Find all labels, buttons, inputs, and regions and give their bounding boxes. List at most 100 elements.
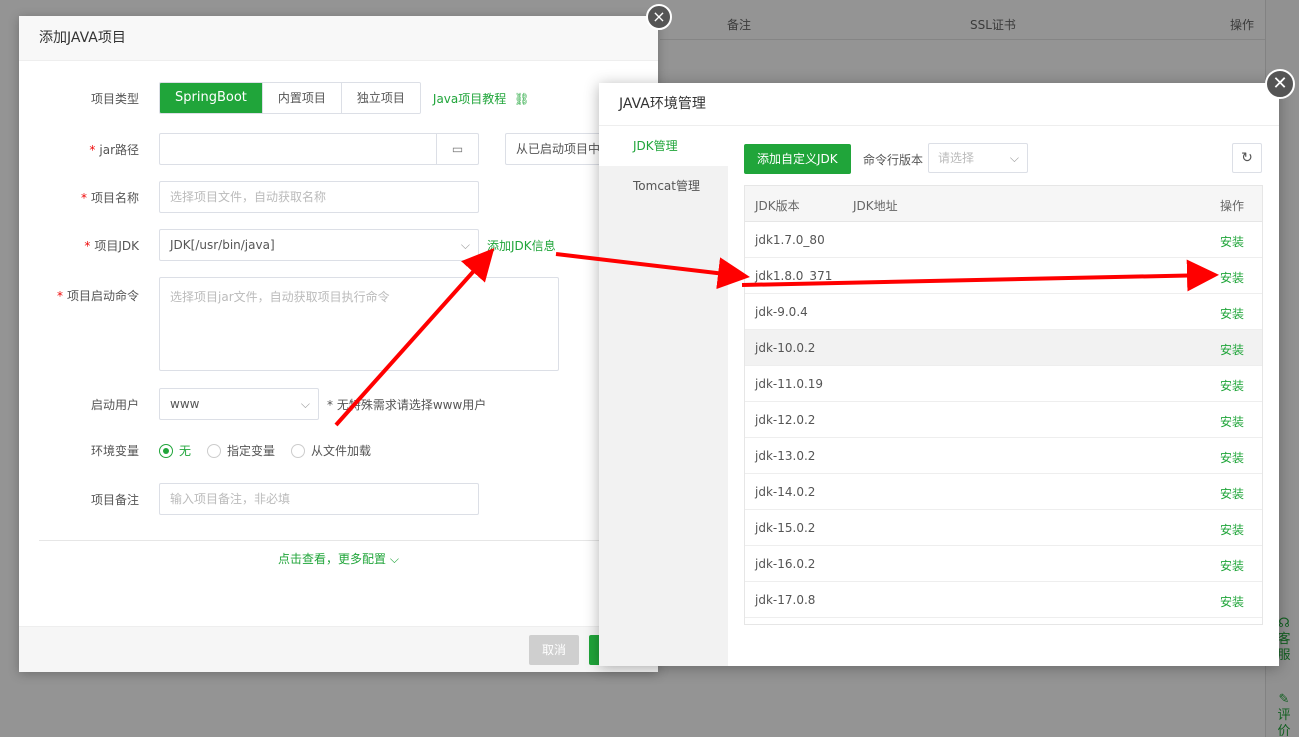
start-user-label: 启动用户: [90, 397, 139, 412]
th-jdk-action: 操作: [1220, 199, 1245, 213]
table-row: jdk-14.0.2 安装: [745, 474, 1262, 510]
env-specify-radio[interactable]: 指定变量: [207, 442, 275, 459]
install-button[interactable]: 安装: [1220, 593, 1244, 610]
type-standalone-button[interactable]: 独立项目: [341, 83, 420, 113]
install-button[interactable]: 安装: [1220, 269, 1244, 286]
cmd-version-label: 命令行版本: [863, 153, 924, 167]
java-env-dialog: JAVA环境管理 JDK管理 Tomcat管理 添加自定义JDK 命令行版本 请…: [599, 83, 1279, 666]
project-type-row: 项目类型 SpringBoot 内置项目 独立项目 Java项目教程 ⛓: [19, 82, 529, 114]
java-tutorial-link[interactable]: Java项目教程 ⛓: [433, 90, 529, 107]
table-row: jdk1.8.0_371 安装: [745, 258, 1262, 294]
chevron-down-icon: ⌵: [460, 238, 470, 252]
dialog-title: 添加JAVA项目: [19, 16, 658, 61]
start-command-row: * 项目启动命令 选择项目jar文件，自动获取项目执行命令: [19, 277, 559, 371]
jdk-version: jdk-10.0.2: [755, 341, 816, 355]
start-user-select[interactable]: www ⌵: [159, 388, 319, 420]
tab-tomcat-management[interactable]: Tomcat管理: [599, 166, 728, 206]
project-type-label: 项目类型: [90, 91, 139, 106]
install-button[interactable]: 安装: [1220, 377, 1244, 394]
start-command-textarea[interactable]: 选择项目jar文件，自动获取项目执行命令: [159, 277, 559, 371]
close-icon[interactable]: ×: [646, 4, 672, 30]
cmd-version-placeholder: 请选择: [938, 151, 975, 165]
chevron-down-icon: ⌵: [1009, 151, 1019, 165]
env-none-radio[interactable]: 无: [159, 442, 191, 459]
table-row: jdk-10.0.2 安装: [745, 330, 1262, 366]
jdk-version: jdk-14.0.2: [755, 485, 816, 499]
cmd-version-select[interactable]: 请选择 ⌵: [928, 143, 1028, 173]
dialog-footer: 取消: [19, 626, 658, 672]
table-row: jdk-11.0.19 安装: [745, 366, 1262, 402]
radio-dot: [159, 443, 173, 458]
cancel-button[interactable]: 取消: [529, 635, 579, 665]
table-row: jdk-9.0.4 安装: [745, 294, 1262, 330]
user-select-value: www: [170, 397, 200, 411]
install-button[interactable]: 安装: [1220, 341, 1244, 358]
jdk-panel: 添加自定义JDK 命令行版本 请选择 ⌵ ↻ JDK版本 JDK地址 操作 jd…: [728, 126, 1279, 666]
tab-jdk-management[interactable]: JDK管理: [599, 126, 728, 166]
jdk-select-value: JDK[/usr/bin/java]: [170, 238, 275, 252]
start-user-hint: * 无特殊需求请选择www用户: [327, 397, 487, 412]
remark-input[interactable]: 输入项目备注，非必填: [159, 483, 479, 515]
table-row: jdk-17.0.8 安装: [745, 582, 1262, 618]
start-user-row: 启动用户 www ⌵ * 无特殊需求请选择www用户: [19, 388, 486, 420]
refresh-icon: ↻: [1241, 150, 1253, 166]
project-name-label: * 项目名称: [80, 190, 139, 205]
jdk-version: jdk-13.0.2: [755, 449, 816, 463]
chevron-down-icon: ⌵: [300, 397, 310, 411]
jdk-version: jdk-17.0.8: [755, 593, 816, 607]
install-button[interactable]: 安装: [1220, 449, 1244, 466]
jdk-version: jdk1.7.0_80: [755, 233, 825, 247]
radio-dot: [207, 443, 222, 458]
env-file-radio[interactable]: 从文件加载: [291, 442, 371, 459]
divider: [39, 540, 639, 541]
add-jdk-info-link[interactable]: 添加JDK信息: [487, 237, 556, 254]
project-name-input[interactable]: 选择项目文件，自动获取名称: [159, 181, 479, 213]
folder-icon[interactable]: ▭: [436, 134, 478, 164]
project-name-row: * 项目名称 选择项目文件，自动获取名称: [19, 181, 479, 213]
env-vars-row: 环境变量 无 指定变量 从文件加载: [19, 442, 387, 459]
project-type-segment: SpringBoot 内置项目 独立项目: [159, 82, 421, 114]
more-config-text: 点击查看，更多配置: [278, 552, 387, 566]
add-java-project-dialog: 添加JAVA项目 项目类型 SpringBoot 内置项目 独立项目 Java项…: [19, 16, 658, 672]
jar-path-label: * jar路径: [89, 142, 139, 157]
start-command-label: * 项目启动命令: [56, 289, 139, 303]
link-icon: ⛓: [514, 91, 530, 106]
table-row: jdk-16.0.2 安装: [745, 546, 1262, 582]
chevron-down-icon: ⌵: [389, 552, 399, 566]
table-row: jdk-13.0.2 安装: [745, 438, 1262, 474]
jdk-version: jdk-12.0.2: [755, 413, 816, 427]
project-jdk-row: * 项目JDK JDK[/usr/bin/java] ⌵ 添加JDK信息: [19, 229, 556, 261]
install-button[interactable]: 安装: [1220, 521, 1244, 538]
jdk-version: jdk-9.0.4: [755, 305, 808, 319]
remark-label: 项目备注: [90, 492, 139, 507]
java-env-title: JAVA环境管理: [599, 83, 1279, 126]
install-button[interactable]: 安装: [1220, 305, 1244, 322]
table-row: jdk-15.0.2 安装: [745, 510, 1262, 546]
close-icon[interactable]: ✕: [1265, 69, 1295, 99]
env-vars-label: 环境变量: [90, 444, 139, 458]
project-jdk-select[interactable]: JDK[/usr/bin/java] ⌵: [159, 229, 479, 261]
install-button[interactable]: 安装: [1220, 413, 1244, 430]
add-custom-jdk-button[interactable]: 添加自定义JDK: [744, 144, 851, 174]
jar-path-row: * jar路径 ▭ 从已启动项目中: [19, 133, 625, 165]
th-jdk-version: JDK版本: [755, 199, 800, 213]
more-config-link[interactable]: 点击查看，更多配置 ⌵: [19, 550, 658, 567]
refresh-button[interactable]: ↻: [1232, 143, 1262, 173]
table-row: jdk-12.0.2 安装: [745, 402, 1262, 438]
jdk-version: jdk-15.0.2: [755, 521, 816, 535]
tutorial-link-text: Java项目教程: [432, 91, 507, 106]
radio-dot: [291, 443, 306, 458]
install-button[interactable]: 安装: [1220, 485, 1244, 502]
install-button[interactable]: 安装: [1220, 233, 1244, 250]
install-button[interactable]: 安装: [1220, 557, 1244, 574]
jdk-version: jdk-11.0.19: [755, 377, 824, 391]
jdk-table-header: JDK版本 JDK地址 操作: [745, 186, 1262, 222]
jdk-version: jdk-16.0.2: [755, 557, 816, 571]
project-jdk-label: * 项目JDK: [84, 238, 139, 253]
type-builtin-button[interactable]: 内置项目: [262, 83, 342, 113]
type-springboot-button[interactable]: SpringBoot: [160, 83, 263, 113]
remark-row: 项目备注 输入项目备注，非必填: [19, 483, 479, 515]
jar-path-input[interactable]: ▭: [159, 133, 479, 165]
jdk-table: JDK版本 JDK地址 操作 jdk1.7.0_80 安装 jdk1.8.0_37…: [744, 185, 1263, 625]
java-env-sidebar: JDK管理 Tomcat管理: [599, 126, 728, 666]
